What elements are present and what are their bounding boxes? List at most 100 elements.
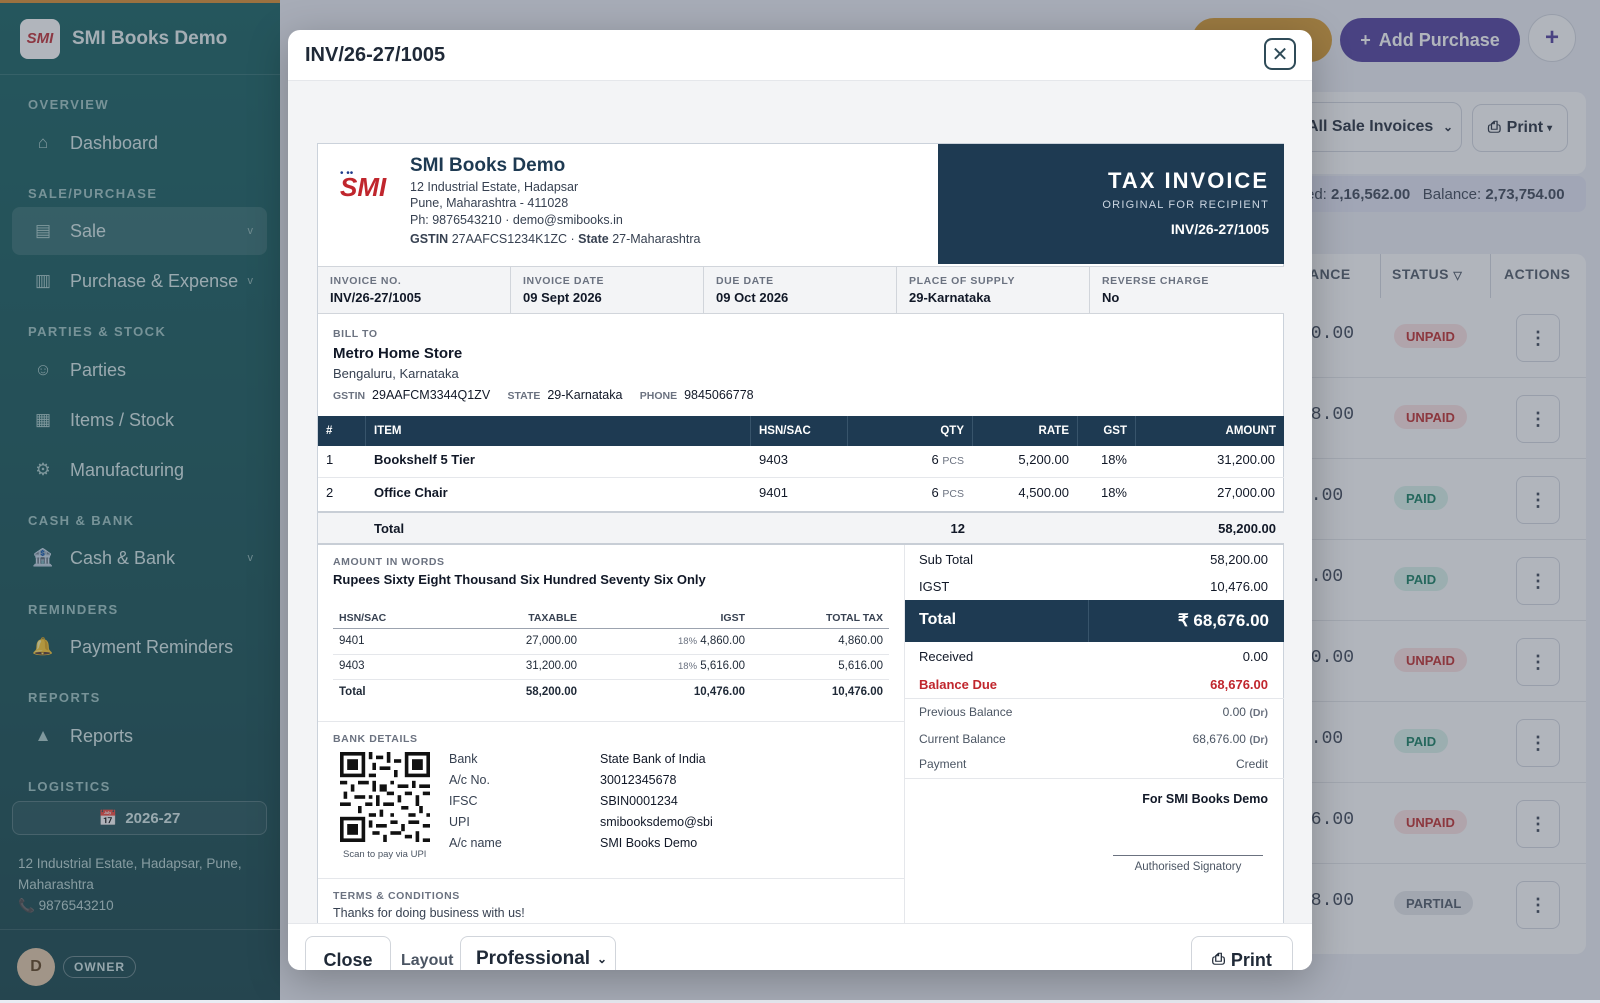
- bank-details-label: BANK DETAILS: [333, 733, 418, 745]
- total-qty: 12: [950, 521, 965, 536]
- meta-value: 09 Sept 2026: [523, 290, 602, 305]
- tax-total: 4,860.00: [838, 635, 883, 647]
- prev-balance-value: 0.00: [1222, 705, 1246, 719]
- total-label: Total: [374, 521, 405, 536]
- tax-hsn: 9403: [339, 660, 365, 672]
- meta-reverse-charge: REVERSE CHARGE No: [1090, 267, 1284, 313]
- c-state: 29-Karnataka: [547, 388, 623, 402]
- dr-tag: (Dr): [1249, 734, 1268, 746]
- tax-rate: 18%: [678, 636, 698, 647]
- tax-invoice-header: TAX INVOICE ORIGINAL FOR RECIPIENT INV/2…: [938, 144, 1284, 264]
- line-qty: 6 PCS: [932, 485, 964, 500]
- company-name: SMI Books Demo: [410, 155, 566, 176]
- modal-footer: Close Layout Professional ⌄ ⎙ Print: [288, 923, 1312, 970]
- th-gst: GST: [1078, 416, 1136, 446]
- tax-taxable: 31,200.00: [525, 660, 577, 672]
- tax-col-total: TOTAL TAX: [826, 612, 883, 624]
- th-rate: RATE: [973, 416, 1078, 446]
- close-button[interactable]: Close: [305, 936, 391, 970]
- meta-label: PLACE OF SUPPLY: [909, 275, 1016, 287]
- curr-balance-label: Current Balance: [919, 732, 1006, 746]
- meta-value: No: [1102, 290, 1120, 305]
- bank-value: State Bank of India: [600, 752, 706, 766]
- total-amount: 58,200.00: [1218, 521, 1276, 536]
- received-value: 0.00: [1242, 649, 1268, 664]
- c-state-label: STATE: [507, 390, 541, 402]
- line-gst: 18%: [1100, 452, 1127, 467]
- line-hsn: 9403: [759, 452, 788, 467]
- prev-balance: 0.00 (Dr): [1223, 705, 1268, 719]
- company-address-1: 12 Industrial Estate, Hadapsar: [410, 180, 579, 194]
- meta-value: 29-Karnataka: [909, 290, 991, 305]
- tax-total-label: Total: [339, 686, 366, 698]
- c-phone: 9845066778: [684, 388, 754, 402]
- terms-label: TERMS & CONDITIONS: [333, 890, 460, 902]
- bank-value: SMI Books Demo: [600, 836, 698, 850]
- tax-hsn: 9401: [339, 635, 365, 647]
- line-amount: 31,200.00: [1217, 452, 1275, 467]
- tax-total-igst: 10,476.00: [693, 686, 745, 698]
- company-address-2: Pune, Maharashtra - 411028: [410, 196, 569, 210]
- meta-value: 09 Oct 2026: [716, 290, 789, 305]
- tax-igst-value: 5,616.00: [700, 660, 745, 672]
- grand-total-label: Total: [919, 611, 957, 628]
- meta-label: DUE DATE: [716, 275, 774, 287]
- grand-total-row: Total ₹ 68,676.00: [905, 600, 1284, 642]
- meta-label: REVERSE CHARGE: [1102, 275, 1210, 287]
- tax-taxable: 27,000.00: [525, 635, 577, 647]
- chevron-down-icon: ⌄: [596, 952, 607, 966]
- qty-unit: PCS: [942, 488, 964, 500]
- tax-rate: 18%: [678, 661, 698, 672]
- igst-label: IGST: [919, 579, 950, 594]
- c-gstin-label: GSTIN: [333, 390, 366, 402]
- print-button[interactable]: ⎙ Print: [1191, 936, 1293, 970]
- line-item: Bookshelf 5 Tier: [374, 452, 475, 467]
- prev-balance-label: Previous Balance: [919, 705, 1013, 719]
- bank-value: SBIN0001234: [600, 794, 678, 808]
- invoice-meta: INVOICE NO. INV/26-27/1005 INVOICE DATE 09…: [318, 266, 1284, 314]
- layout-select[interactable]: Professional ⌄: [460, 936, 616, 970]
- close-icon[interactable]: ✕: [1264, 38, 1296, 70]
- tax-summary-table: HSN/SAC TAXABLE IGST TOTAL TAX 9401 27,0…: [333, 604, 889, 712]
- line-rate: 4,500.00: [1018, 485, 1069, 500]
- modal-body[interactable]: SMI • •• SMI Books Demo 12 Industrial Es…: [288, 81, 1312, 923]
- terms-text: Thanks for doing business with us!: [333, 906, 525, 920]
- bank-key: A/c No.: [449, 773, 490, 787]
- state-value: 27-Maharashtra: [612, 232, 701, 246]
- qty-value: 6: [931, 485, 939, 500]
- th-item: ITEM: [366, 416, 751, 446]
- qty-value: 6: [931, 452, 939, 467]
- grand-total-value: ₹ 68,676.00: [1177, 611, 1269, 630]
- line-qty: 6 PCS: [932, 452, 964, 467]
- tax-total: 5,616.00: [838, 660, 883, 672]
- meta-invoice-date: INVOICE DATE 09 Sept 2026: [511, 267, 704, 313]
- company-gstin: GSTIN 27AAFCS1234K1ZC · State 27-Maharas…: [410, 232, 701, 246]
- tax-igst-value: 4,860.00: [700, 635, 745, 647]
- igst-value: 10,476.00: [1210, 579, 1268, 594]
- gstin-label: GSTIN: [410, 232, 449, 246]
- bank-key: A/c name: [449, 836, 502, 850]
- bank-value: 30012345678: [600, 773, 677, 787]
- sub-total-value: 58,200.00: [1210, 552, 1268, 567]
- customer-details: GSTIN 29AAFCM3344Q1ZV STATE 29-Karnataka…: [333, 388, 754, 402]
- payment-value: Credit: [1235, 757, 1268, 771]
- sub-total-label: Sub Total: [919, 552, 973, 567]
- balance-due-value: 68,676.00: [1210, 677, 1268, 692]
- for-company: For SMI Books Demo: [1142, 792, 1268, 806]
- th-qty: QTY: [848, 416, 973, 446]
- scan-label: Scan to pay via UPI: [343, 849, 427, 860]
- meta-value: INV/26-27/1005: [330, 290, 422, 305]
- meta-due-date: DUE DATE 09 Oct 2026: [704, 267, 897, 313]
- customer-name: Metro Home Store: [333, 345, 463, 362]
- line-hsn: 9401: [759, 485, 788, 500]
- line-item: Office Chair: [374, 485, 448, 500]
- gstin-value: 27AAFCS1234K1ZC: [451, 232, 568, 246]
- th-amount: AMOUNT: [1136, 416, 1284, 446]
- printer-icon: ⎙: [1212, 951, 1225, 968]
- meta-place-of-supply: PLACE OF SUPPLY 29-Karnataka: [897, 267, 1090, 313]
- bank-key: Bank: [449, 752, 478, 766]
- words-label: AMOUNT IN WORDS: [333, 556, 445, 568]
- meta-label: INVOICE NO.: [330, 275, 402, 287]
- tax-col-hsn: HSN/SAC: [339, 612, 387, 624]
- tax-col-igst: IGST: [720, 612, 745, 624]
